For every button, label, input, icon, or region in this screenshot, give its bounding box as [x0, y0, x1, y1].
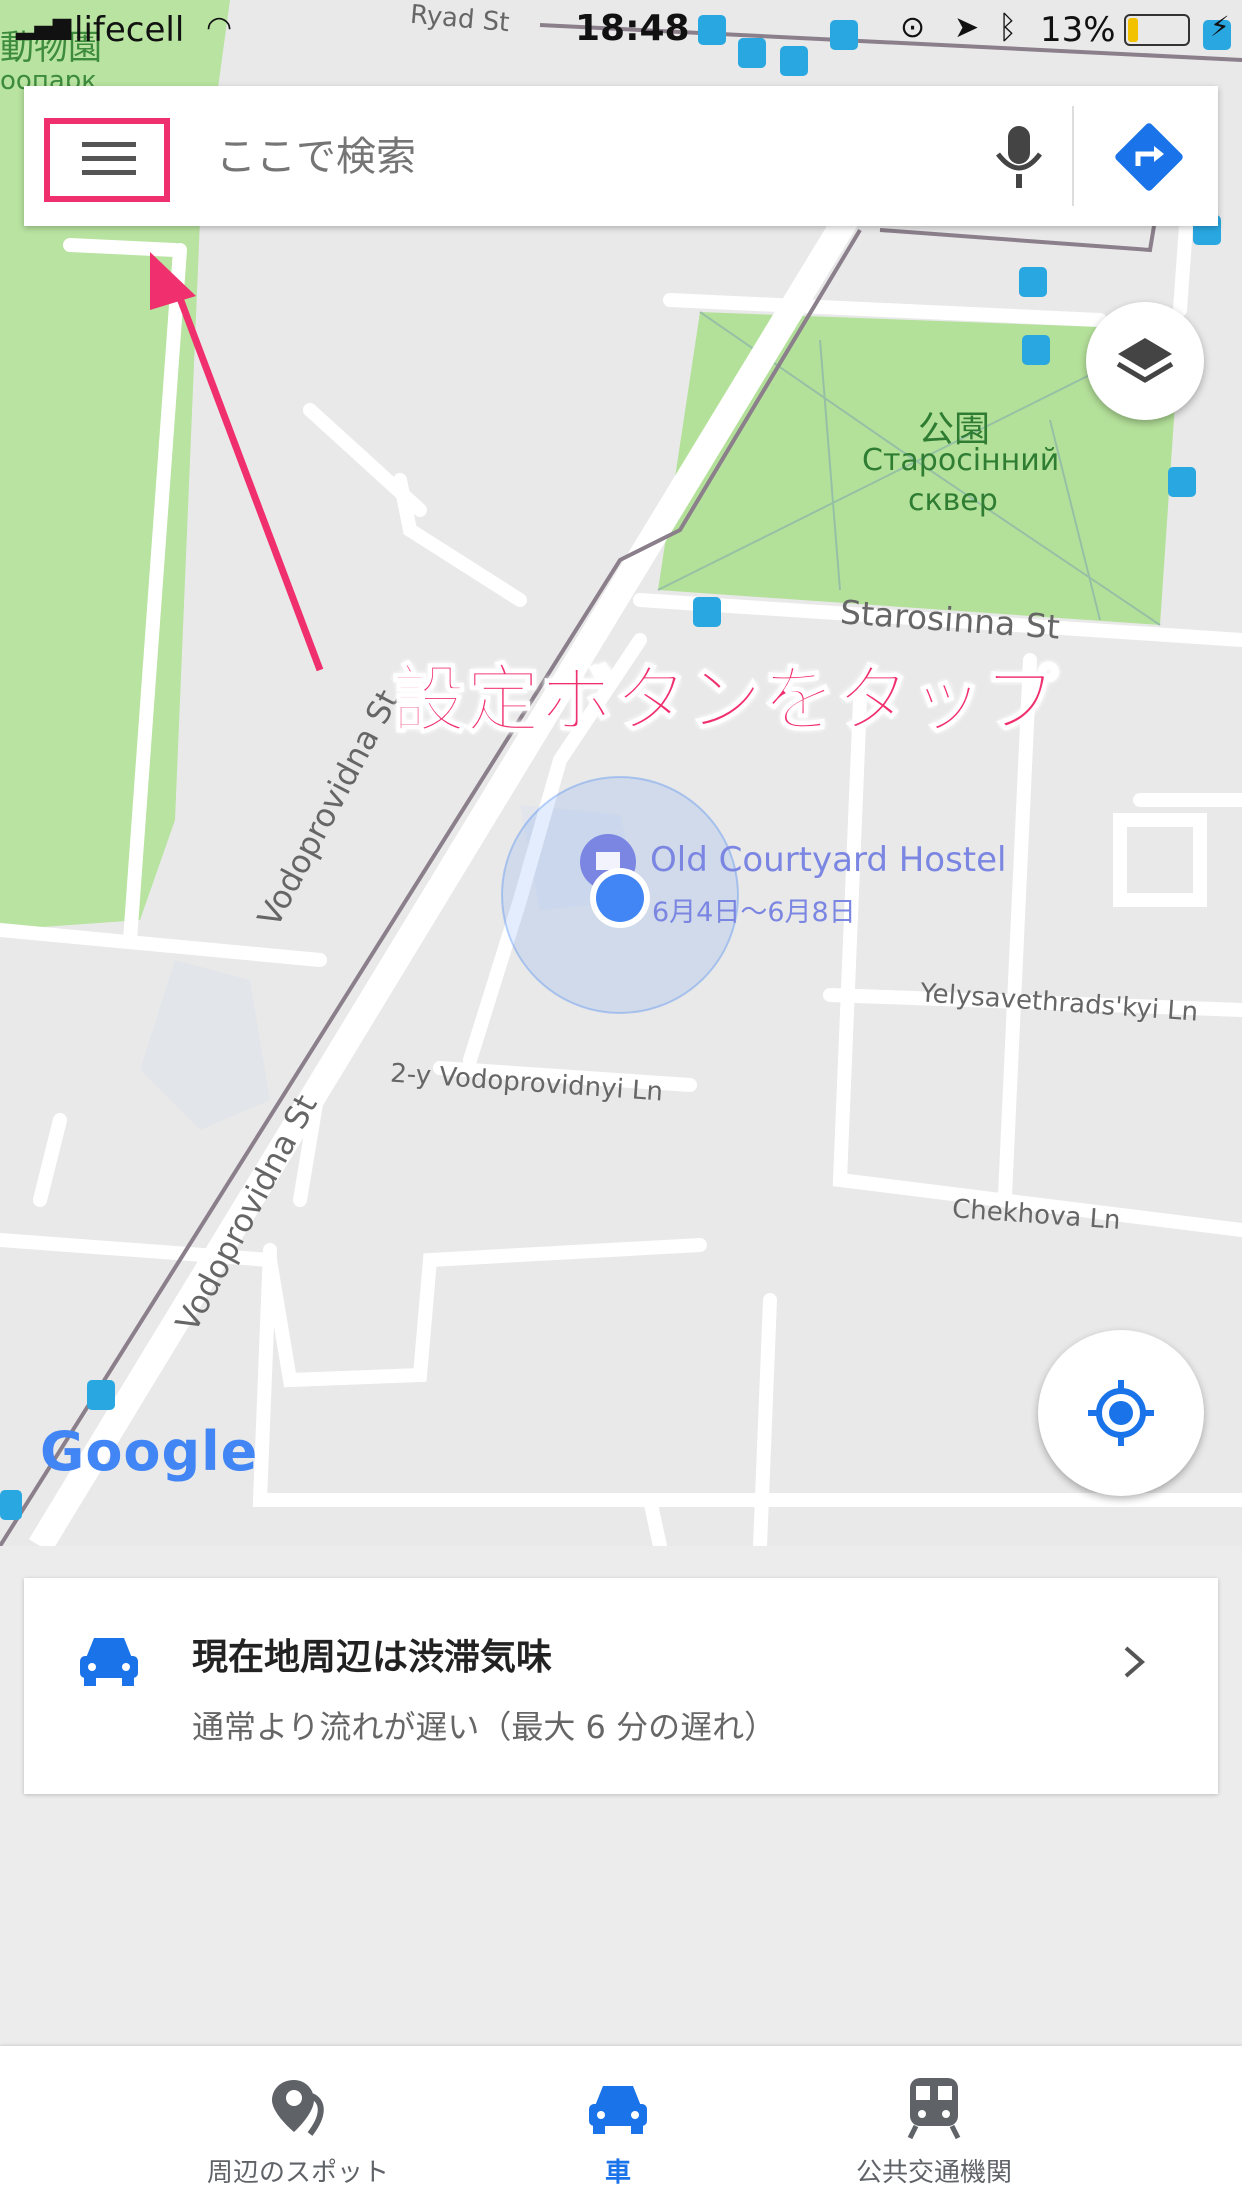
status-time: 18:48 [575, 8, 690, 49]
tab-driving-label: 車 [604, 2158, 631, 2188]
train-icon [907, 2078, 961, 2140]
wifi-icon: ◠ [206, 10, 233, 45]
search-input[interactable] [214, 116, 968, 198]
traffic-card[interactable]: 現在地周辺は渋滞気味 通常より流れが遅い（最大 6 分の遅れ） [24, 1578, 1218, 1794]
map-view[interactable]: 動物園 оопарк Ryad St 公園 Старосінний сквер … [0, 0, 1242, 1546]
battery-icon [1124, 14, 1190, 46]
park-name-line2: сквер [908, 483, 998, 518]
microphone-icon [996, 126, 1042, 188]
tab-explore-label: 周辺のスポット [206, 2158, 389, 2188]
search-divider [1072, 106, 1074, 206]
annotation-text: 設定ボタンをタップ [391, 656, 1059, 744]
directions-icon [1115, 123, 1183, 191]
hamburger-menu-icon [82, 142, 136, 175]
search-bar [24, 86, 1218, 226]
google-logo: Google [40, 1420, 259, 1483]
directions-button[interactable] [1104, 114, 1194, 200]
traffic-title: 現在地周辺は渋滞気味 [192, 1637, 553, 1678]
my-location-button[interactable] [1038, 1330, 1204, 1496]
menu-button[interactable] [56, 120, 160, 196]
park-name-line1: Старосінний [862, 443, 1060, 478]
layers-icon [1116, 338, 1174, 383]
traffic-subtitle: 通常より流れが遅い（最大 6 分の遅れ） [192, 1708, 777, 1746]
battery-percent: 13% [1040, 10, 1116, 50]
layers-button[interactable] [1086, 302, 1204, 420]
place-pin-icon [272, 2080, 324, 2136]
status-bar: ▂▄▆ lifecell ◠ 18:48 ⊙ ➤ ᛒ 13% ⚡ [0, 0, 1242, 62]
place-name[interactable]: Old Courtyard Hostel [650, 840, 1007, 880]
car-icon [589, 2086, 647, 2134]
building [140, 960, 270, 1130]
signal-bars-icon: ▂▄▆ [16, 12, 72, 40]
car-icon [80, 1638, 138, 1686]
rotation-lock-icon: ⊙ [900, 10, 926, 45]
tab-driving[interactable]: 車 [458, 2046, 778, 2208]
carrier-name: lifecell [74, 10, 185, 50]
tab-explore[interactable]: 周辺のスポット [138, 2046, 458, 2208]
my-location-icon [1088, 1380, 1154, 1446]
place-dates: 6月4日～6月8日 [652, 897, 856, 928]
annotation-arrow [171, 283, 324, 672]
bluetooth-icon: ᛒ [998, 8, 1018, 46]
chevron-right-icon [1124, 1646, 1146, 1678]
tab-transit[interactable]: 公共交通機関 [774, 2046, 1094, 2208]
voice-search-button[interactable] [974, 116, 1064, 196]
bottom-nav: 周辺のスポット 車 公共交通機関 [0, 2046, 1242, 2208]
charging-icon: ⚡ [1210, 10, 1230, 43]
tab-transit-label: 公共交通機関 [855, 2158, 1012, 2188]
location-arrow-icon: ➤ [954, 10, 980, 45]
current-location-dot [596, 874, 644, 922]
